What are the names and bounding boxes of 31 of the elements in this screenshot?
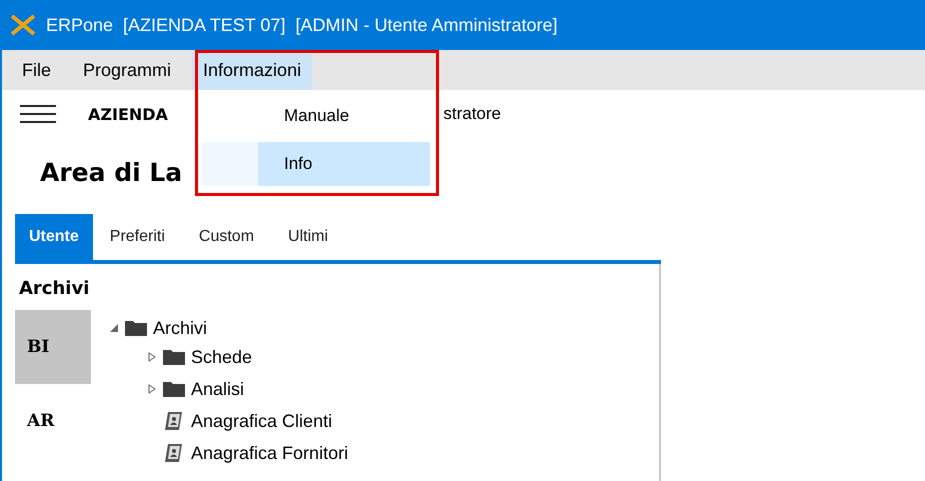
folder-icon	[125, 320, 147, 336]
menu-icon[interactable]	[20, 104, 56, 124]
window-title: ERPone [AZIENDA TEST 07] [ADMIN - Utente Amministratore]	[46, 14, 558, 36]
menu-item[interactable]: File	[11, 50, 62, 90]
tab[interactable]: Ultimi	[271, 214, 346, 260]
menu-item[interactable]: Informazioni	[192, 50, 312, 90]
page-title: Area di La	[40, 158, 182, 187]
tree-item[interactable]: Schede	[191, 346, 252, 368]
module-button[interactable]: AR	[15, 384, 91, 458]
folder-icon	[163, 381, 185, 397]
menu-item[interactable]: Programmi	[72, 50, 182, 90]
tree-item[interactable]: Anagrafica Clienti	[191, 410, 332, 432]
address-book-icon	[163, 442, 185, 464]
tree-item[interactable]: Analisi	[191, 378, 244, 400]
tab[interactable]: Utente	[15, 214, 93, 260]
tree-item[interactable]: Anagrafica Fornitori	[191, 442, 348, 464]
section-title: Archivi	[19, 278, 90, 299]
tab[interactable]: Preferiti	[92, 214, 182, 260]
expand-arrow-icon[interactable]	[147, 384, 157, 394]
address-book-icon	[163, 410, 185, 432]
company-name: AZIENDA	[88, 104, 168, 124]
menu-option[interactable]: Info	[258, 142, 430, 186]
module-button[interactable]: BI	[15, 310, 91, 384]
tab[interactable]: Custom	[182, 214, 272, 260]
tree-item[interactable]: Archivi	[153, 318, 208, 338]
menu-option[interactable]: Manuale	[258, 94, 430, 138]
expand-arrow-icon[interactable]	[147, 352, 157, 362]
app-logo-icon	[10, 14, 36, 36]
collapse-arrow-icon[interactable]	[109, 323, 119, 333]
user-name: stratore	[443, 104, 501, 124]
folder-icon	[163, 349, 185, 365]
